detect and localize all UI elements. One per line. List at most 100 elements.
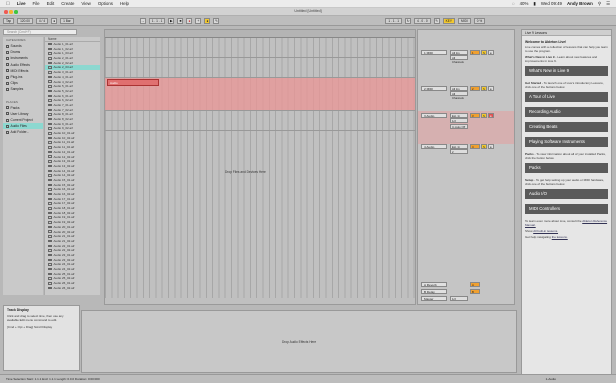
track-3-monitor[interactable]: In Auto Off (450, 124, 468, 129)
stop-button[interactable]: ■ (177, 17, 184, 24)
help-navigating-link[interactable]: the lessons. (552, 235, 568, 239)
tempo-field[interactable]: 120.00 (17, 17, 33, 24)
lesson-button-midi-controllers[interactable]: MIDI Controllers (525, 204, 608, 214)
lesson-button-audio-io[interactable]: Audio I/O (525, 189, 608, 199)
audio-file-icon (48, 94, 52, 98)
audio-file-icon (48, 71, 52, 74)
audio-clip[interactable]: Audio (107, 79, 159, 86)
place-add-folder[interactable]: Add Folder... (3, 129, 43, 135)
record-button[interactable]: ● (186, 17, 193, 24)
master-output[interactable]: 1/2 (450, 296, 468, 301)
user-name[interactable]: Andy Brown (567, 1, 593, 6)
menu-create[interactable]: Create (61, 1, 74, 6)
track-3-solo[interactable]: S (481, 113, 487, 118)
time-signature-field[interactable]: 4 / 4 (35, 17, 49, 24)
arrangement-track-4[interactable] (105, 111, 415, 131)
arrangement-view[interactable]: Audio Drop Files and Devices Here (104, 29, 416, 305)
menu-options[interactable]: Options (98, 1, 113, 6)
midi-map-button[interactable]: MIDI (458, 17, 471, 24)
loop-icon[interactable]: ↻ (405, 17, 411, 24)
mixer-track-2: 2 MIDI All Ins All Channels 2 S ● (418, 86, 514, 106)
lesson-button-instruments[interactable]: Playing Software Instruments (525, 137, 608, 147)
arrangement-track-2[interactable] (105, 58, 415, 78)
audio-file-icon (48, 230, 52, 233)
wifi-icon[interactable]: ◌ (512, 1, 515, 6)
track-1-name[interactable]: 1 MIDI (421, 50, 447, 55)
track-4-name[interactable]: 4 Audio (421, 144, 447, 149)
track-4-solo[interactable]: S (481, 144, 487, 149)
menu-help[interactable]: Help (120, 1, 129, 6)
battery-label[interactable]: 40% (520, 1, 529, 6)
detail-view[interactable]: Drop Audio Effects Here (81, 310, 517, 373)
metronome-icon[interactable]: ● (51, 17, 58, 24)
track-2-channel[interactable]: All Channels (450, 91, 468, 100)
sounds-icon (6, 44, 9, 48)
play-button[interactable]: ▶ (168, 17, 175, 24)
position-field[interactable]: 1 . 1 . 1 (148, 17, 166, 24)
track-1-channel[interactable]: All Channels (450, 55, 468, 64)
menu-live[interactable]: Live (17, 1, 26, 6)
file-name: Audio 7_01.aif (53, 102, 73, 107)
audio-file-icon (48, 160, 52, 163)
track-1-solo[interactable]: S (481, 50, 487, 55)
track-1-number[interactable]: 1 (470, 50, 480, 55)
track-2-arm[interactable]: ● (488, 86, 494, 91)
apple-icon[interactable]:  (6, 1, 10, 7)
file-item[interactable]: Audio 26_02.aif (45, 286, 100, 291)
all-lessons-link[interactable]: All built-in lessons. (533, 229, 558, 233)
track-4-channel[interactable]: 2 (450, 149, 468, 154)
midi-effects-icon (6, 69, 9, 73)
loop-length-field[interactable]: 4 . 0 . 0 (414, 17, 431, 24)
packs-text: - To view information about all of your … (525, 152, 606, 160)
audio-effects-icon (6, 63, 9, 67)
menu-list-icon[interactable]: ☰ (606, 1, 610, 7)
audio-file-icon (48, 197, 52, 201)
track-2-input[interactable]: All Ins (450, 86, 468, 91)
track-2-solo[interactable]: S (481, 86, 487, 91)
tap-button[interactable]: Tap (3, 17, 15, 24)
follow-icon[interactable]: → (139, 17, 146, 24)
clock[interactable]: Wed 09:49 (541, 1, 562, 6)
lesson-button-beats[interactable]: Creating Beats (525, 122, 608, 132)
return-a-letter[interactable]: A (470, 282, 480, 287)
detail-drop-label: Drop Audio Effects Here (282, 340, 317, 344)
return-b-name[interactable]: B Delay (421, 289, 447, 294)
file-name: Audio 2_03.aif (53, 65, 73, 70)
menu-file[interactable]: File (33, 1, 40, 6)
timeline-ruler[interactable] (105, 30, 415, 38)
menu-edit[interactable]: Edit (47, 1, 55, 6)
master-name[interactable]: Master (421, 296, 447, 301)
track-3-channel[interactable]: 1/2 (450, 118, 468, 123)
pencil-icon[interactable]: ✎ (433, 17, 440, 24)
search-icon[interactable]: ⚲ (598, 1, 601, 7)
lesson-button-whats-new[interactable]: What's New in Live 9 (525, 66, 608, 76)
arrangement-track-3-selected[interactable]: Audio (105, 78, 415, 111)
key-map-button[interactable]: KEY (442, 17, 456, 24)
track-3-input[interactable]: Ext. In (450, 113, 468, 118)
track-3-number[interactable]: 3 (470, 113, 480, 118)
track-2-name[interactable]: 2 MIDI (421, 86, 447, 91)
track-4-arm[interactable]: ● (488, 144, 494, 149)
track-4-number[interactable]: 4 (470, 144, 480, 149)
browser-search-input[interactable]: Search (Cmd+F) (3, 29, 77, 35)
track-4-input[interactable]: Ext. In (450, 144, 468, 149)
track-3-arm[interactable]: ● (488, 113, 494, 118)
quantize-select[interactable]: 1 Bar (60, 17, 74, 24)
loop-start-field[interactable]: 1 . 1 . 1 (385, 17, 402, 24)
draw-mode-icon[interactable]: ✎ (213, 17, 220, 24)
lesson-button-tour[interactable]: A Tour of Live (525, 92, 608, 102)
arrangement-track-1[interactable] (105, 38, 415, 58)
lesson-button-packs[interactable]: Packs (525, 163, 608, 173)
session-record-icon[interactable]: ● (204, 17, 211, 24)
track-3-name[interactable]: 3 Audio (421, 113, 447, 118)
overdub-icon[interactable]: + (195, 17, 202, 24)
menu-view[interactable]: View (81, 1, 90, 6)
file-name: Audio 8_02.aif (53, 117, 73, 121)
return-a-name[interactable]: A Reverb (421, 282, 447, 287)
track-1-arm[interactable]: ● (488, 50, 494, 55)
track-2-number[interactable]: 2 (470, 86, 480, 91)
track-1-input[interactable]: All Ins (450, 50, 468, 55)
audio-file-icon (48, 258, 52, 262)
lesson-button-recording[interactable]: Recording Audio (525, 107, 608, 117)
return-b-letter[interactable]: B (470, 289, 480, 294)
